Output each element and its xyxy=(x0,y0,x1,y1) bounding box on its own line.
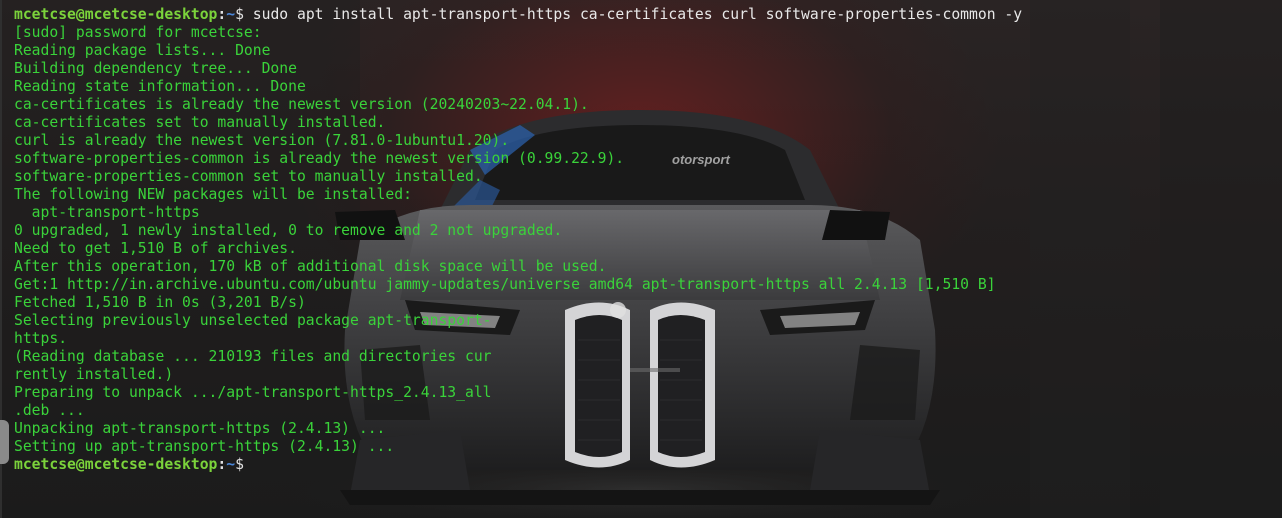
output-line: curl is already the newest version (7.81… xyxy=(14,132,510,149)
output-line: software-properties-common is already th… xyxy=(14,150,625,167)
output-line: [sudo] password for mcetcse: xyxy=(14,24,262,41)
output-line: 0 upgraded, 1 newly installed, 0 to remo… xyxy=(14,222,563,239)
final-prompt-dollar: $ xyxy=(235,456,244,473)
final-prompt-separator: : xyxy=(217,456,227,473)
output-line: apt-transport-https xyxy=(14,204,200,221)
output-line: The following NEW packages will be insta… xyxy=(14,186,412,203)
final-prompt-line[interactable]: mcetcse@mcetcse-desktop:~$ xyxy=(14,456,1022,474)
output-line: Unpacking apt-transport-https (2.4.13) .… xyxy=(14,420,386,437)
output-line: https. xyxy=(14,330,68,347)
output-line: software-properties-common set to manual… xyxy=(14,168,483,185)
dock-handle[interactable] xyxy=(0,420,9,464)
output-line: Building dependency tree... Done xyxy=(14,60,297,77)
prompt-user-host: mcetcse@mcetcse-desktop xyxy=(14,6,218,23)
command-line: mcetcse@mcetcse-desktop:~$ sudo apt inst… xyxy=(14,6,1022,24)
terminal-output: mcetcse@mcetcse-desktop:~$ sudo apt inst… xyxy=(14,6,1022,474)
prompt-path: ~ xyxy=(226,6,236,23)
output-line: ca-certificates is already the newest ve… xyxy=(14,96,589,113)
terminal-window[interactable]: otorsport mcetcse@mcetcse-desktop:~$ sud… xyxy=(0,0,1282,518)
output-line: Reading state information... Done xyxy=(14,78,306,95)
output-line: (Reading database ... 210193 files and d… xyxy=(14,348,492,365)
output-line: Preparing to unpack .../apt-transport-ht… xyxy=(14,384,492,401)
output-line: Need to get 1,510 B of archives. xyxy=(14,240,297,257)
command-text: sudo apt install apt-transport-https ca-… xyxy=(252,6,1023,23)
output-line: After this operation, 170 kB of addition… xyxy=(14,258,607,275)
output-line: Selecting previously unselected package … xyxy=(14,312,492,329)
output-line: Setting up apt-transport-https (2.4.13) … xyxy=(14,438,395,455)
prompt-separator: : xyxy=(217,6,227,23)
output-line: Fetched 1,510 B in 0s (3,201 B/s) xyxy=(14,294,306,311)
output-line: .deb ... xyxy=(14,402,85,419)
final-prompt-path: ~ xyxy=(226,456,236,473)
output-line: ca-certificates set to manually installe… xyxy=(14,114,386,131)
prompt-dollar: $ xyxy=(235,6,253,23)
final-prompt-user-host: mcetcse@mcetcse-desktop xyxy=(14,456,218,473)
output-line: rently installed.) xyxy=(14,366,174,383)
output-line: Reading package lists... Done xyxy=(14,42,271,59)
output-line: Get:1 http://in.archive.ubuntu.com/ubunt… xyxy=(14,276,996,293)
